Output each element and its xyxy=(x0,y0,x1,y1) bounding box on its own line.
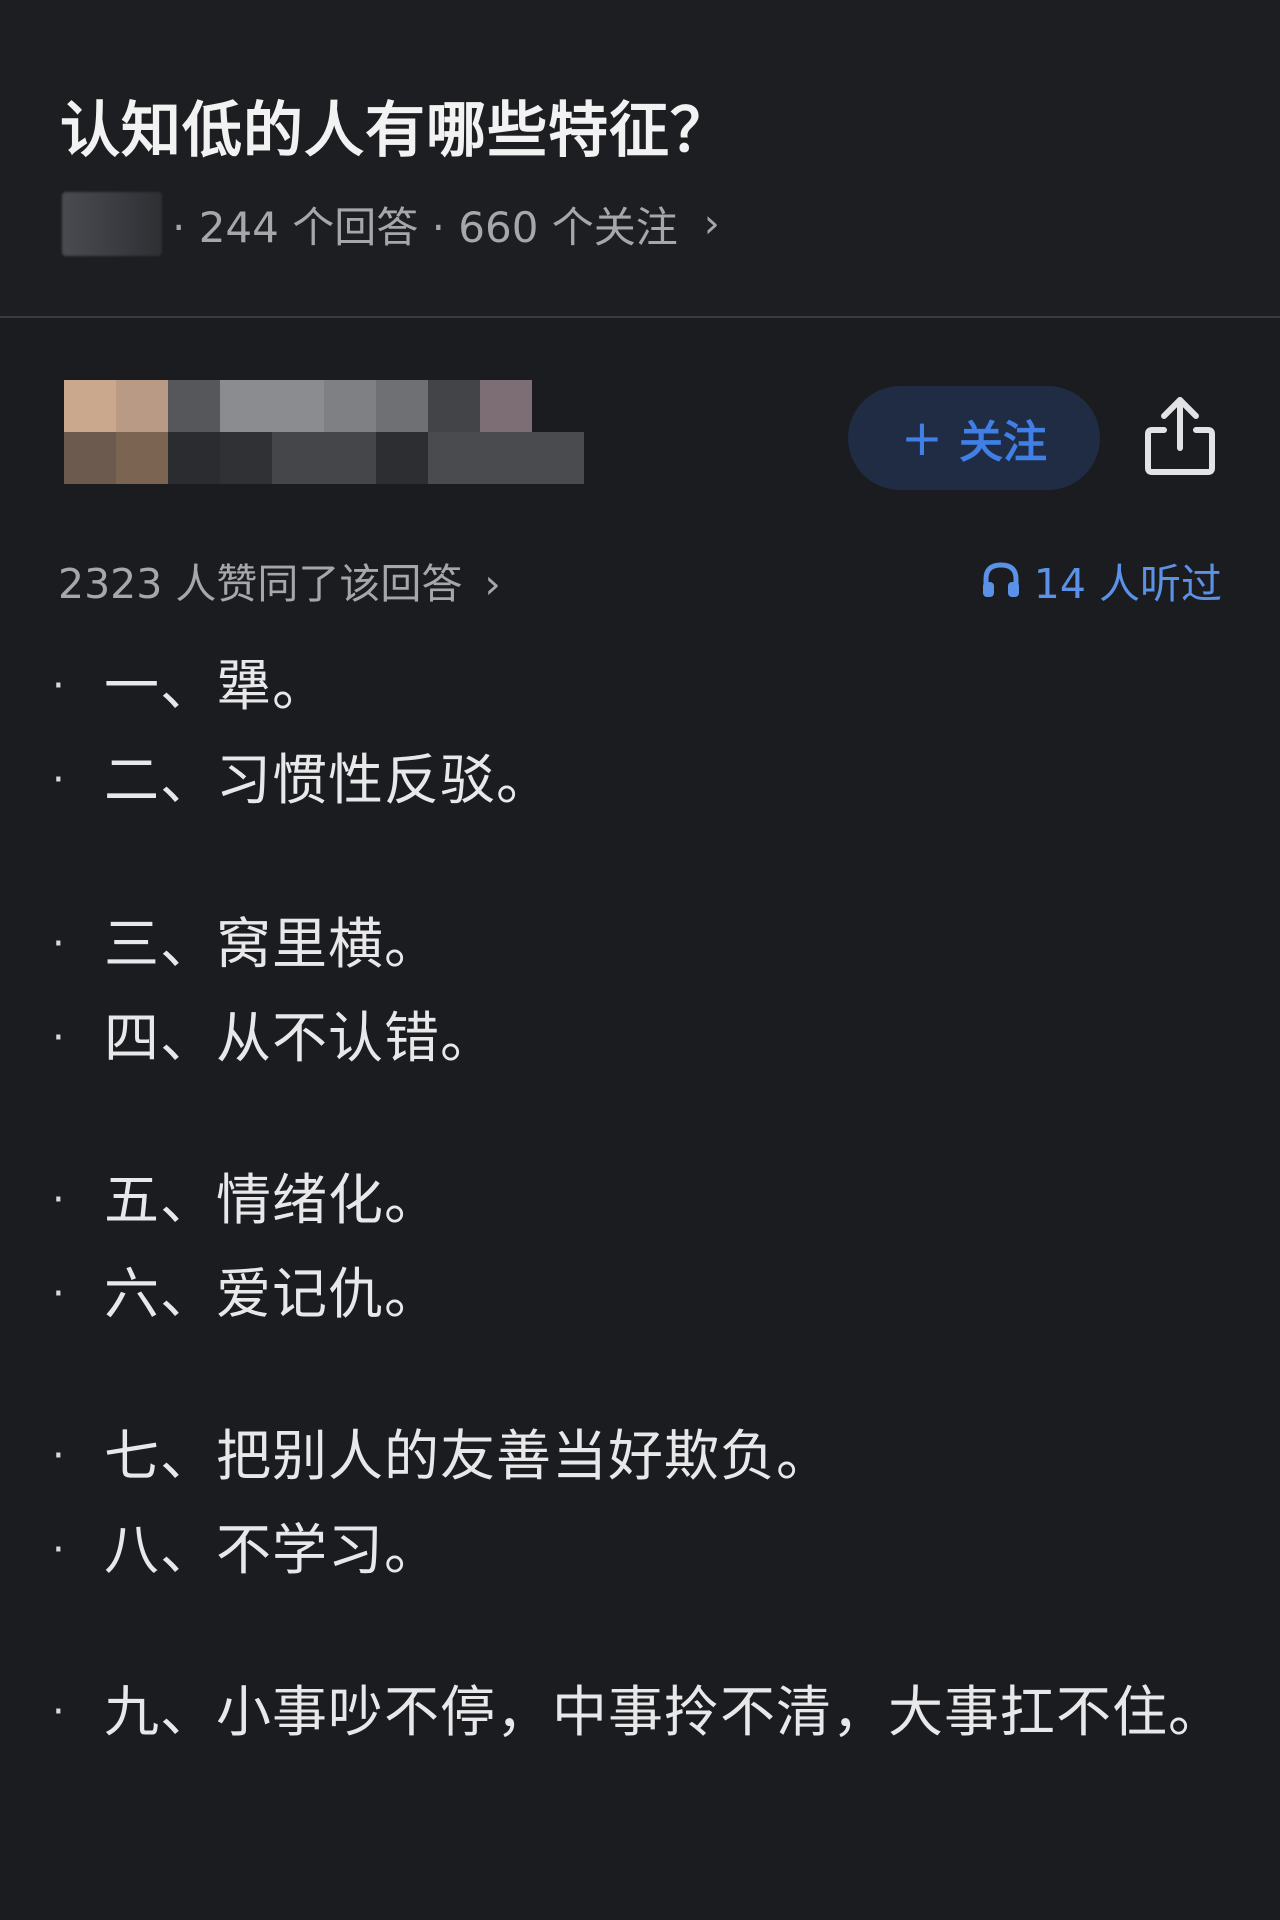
list-item-text: 四、从不认错。 xyxy=(104,1006,497,1070)
list-item: · 八、不学习。 xyxy=(52,1504,1212,1596)
bullet: · xyxy=(52,757,65,803)
list-item: · 二、习惯性反驳。 xyxy=(52,734,1212,826)
list-item-text: 三、窝里横。 xyxy=(104,912,441,976)
bullet: · xyxy=(52,1177,65,1223)
list-item-text: 七、把别人的友善当好欺负。 xyxy=(104,1424,833,1488)
bullet: · xyxy=(52,663,65,709)
bullet: · xyxy=(52,921,65,967)
list-item: · 九、小事吵不停，中事拎不清，大事扛不住。 xyxy=(52,1666,1223,1758)
list-item: · 四、从不认错。 xyxy=(52,992,1212,1084)
list-item-text: 九、小事吵不停，中事拎不清，大事扛不住。 xyxy=(104,1680,1225,1744)
bullet: · xyxy=(52,1689,65,1735)
list-item-text: 六、爱记仇。 xyxy=(104,1262,441,1326)
list-item-text: 八、不学习。 xyxy=(104,1518,441,1582)
bullet: · xyxy=(52,1433,65,1479)
list-item: · 五、情绪化。 xyxy=(52,1154,1212,1246)
list-item-text: 一、犟。 xyxy=(104,654,329,718)
list-item-text: 五、情绪化。 xyxy=(104,1168,441,1232)
list-item: · 六、爱记仇。 xyxy=(52,1248,1212,1340)
list-item: · 一、犟。 xyxy=(52,640,1212,732)
bullet: · xyxy=(52,1015,65,1061)
list-item: · 七、把别人的友善当好欺负。 xyxy=(52,1410,1212,1502)
bullet: · xyxy=(52,1271,65,1317)
bullet: · xyxy=(52,1527,65,1573)
list-item: · 三、窝里横。 xyxy=(52,898,1212,990)
answer-list: · 一、犟。 · 二、习惯性反驳。 · 三、窝里横。 · 四、从不认错。 · 五… xyxy=(0,0,1280,1920)
list-item-text: 二、习惯性反驳。 xyxy=(104,748,553,812)
